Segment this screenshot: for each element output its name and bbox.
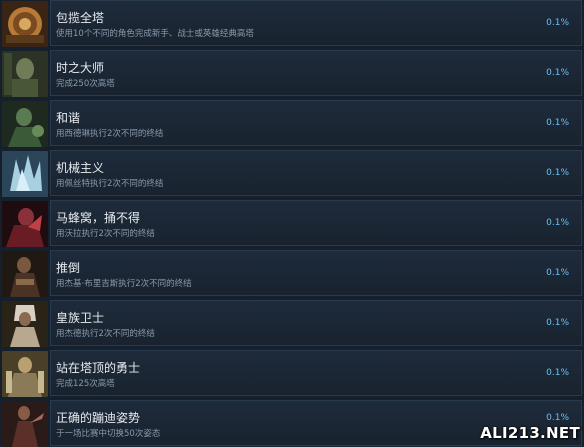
watermark-logo: ALI213.NET: [480, 424, 580, 442]
achievement-title: 包揽全塔: [56, 11, 105, 25]
achievement-row[interactable]: 站在塔顶的勇士 完成125次高塔 0.1%: [0, 350, 584, 397]
achievement-percent: 0.1%: [546, 118, 569, 128]
hornet-nest-portrait-icon: [2, 201, 48, 247]
achievement-title: 皇族卫士: [56, 311, 105, 325]
achievement-description: 完成250次高塔: [56, 79, 115, 89]
achievement-percent: 0.1%: [546, 318, 569, 328]
achievement-percent: 0.1%: [546, 168, 569, 178]
achievement-row[interactable]: 机械主义 用佩丝特执行2次不同的终结 0.1%: [0, 150, 584, 197]
achievement-description: 用沃拉执行2次不同的终结: [56, 229, 155, 239]
achievement-description: 完成125次高塔: [56, 379, 115, 389]
achievement-panel: 和谐 用西德琳执行2次不同的终结 0.1%: [50, 100, 582, 146]
achievement-panel: 机械主义 用佩丝特执行2次不同的终结 0.1%: [50, 150, 582, 196]
achievement-description: 于一场比赛中切换50次姿态: [56, 429, 161, 439]
achievement-percent: 0.1%: [546, 368, 569, 378]
achievement-description: 用杰德执行2次不同的终结: [56, 329, 155, 339]
achievement-percent: 0.1%: [546, 413, 569, 423]
achievement-percent: 0.1%: [546, 68, 569, 78]
harmony-portrait-icon: [2, 101, 48, 147]
tower-warrior-portrait-icon: [2, 351, 48, 397]
achievement-description: 用西德琳执行2次不同的终结: [56, 129, 164, 139]
achievement-panel: 推倒 用杰基·布里吉斯执行2次不同的终结 0.1%: [50, 250, 582, 296]
achievement-row[interactable]: 马蜂窝，捅不得 用沃拉执行2次不同的终结 0.1%: [0, 200, 584, 247]
achievement-row[interactable]: 推倒 用杰基·布里吉斯执行2次不同的终结 0.1%: [0, 250, 584, 297]
achievement-title: 站在塔顶的勇士: [56, 361, 141, 375]
time-master-portrait-icon: [2, 51, 48, 97]
achievement-panel: 马蜂窝，捅不得 用沃拉执行2次不同的终结 0.1%: [50, 200, 582, 246]
achievement-panel: 时之大师 完成250次高塔 0.1%: [50, 50, 582, 96]
royal-guard-portrait-icon: [2, 301, 48, 347]
achievement-panel: 站在塔顶的勇士 完成125次高塔 0.1%: [50, 350, 582, 396]
achievement-title: 和谐: [56, 111, 81, 125]
achievement-panel: 包揽全塔 使用10个不同的角色完成新手、战士或英雄经典高塔 0.1%: [50, 0, 582, 46]
achievement-title: 机械主义: [56, 161, 105, 175]
mechanism-portrait-icon: [2, 151, 48, 197]
achievement-row[interactable]: 和谐 用西德琳执行2次不同的终结 0.1%: [0, 100, 584, 147]
achievement-title: 马蜂窝，捅不得: [56, 211, 141, 225]
achievement-row[interactable]: 时之大师 完成250次高塔 0.1%: [0, 50, 584, 97]
achievement-percent: 0.1%: [546, 218, 569, 228]
achievement-title: 正确的蹦迪姿势: [56, 411, 141, 425]
dance-stance-portrait-icon: [2, 401, 48, 447]
achievement-description: 用杰基·布里吉斯执行2次不同的终结: [56, 279, 192, 289]
achievement-percent: 0.1%: [546, 18, 569, 28]
achievement-title: 推倒: [56, 261, 81, 275]
achievement-list: 包揽全塔 使用10个不同的角色完成新手、战士或英雄经典高塔 0.1% 时之大师 …: [0, 0, 584, 447]
knockdown-portrait-icon: [2, 251, 48, 297]
tower-medallion-icon: [2, 1, 48, 47]
achievement-description: 使用10个不同的角色完成新手、战士或英雄经典高塔: [56, 29, 254, 39]
achievement-row[interactable]: 包揽全塔 使用10个不同的角色完成新手、战士或英雄经典高塔 0.1%: [0, 0, 584, 47]
achievement-panel: 皇族卫士 用杰德执行2次不同的终结 0.1%: [50, 300, 582, 346]
achievement-percent: 0.1%: [546, 268, 569, 278]
achievement-row[interactable]: 皇族卫士 用杰德执行2次不同的终结 0.1%: [0, 300, 584, 347]
achievement-title: 时之大师: [56, 61, 105, 75]
achievement-description: 用佩丝特执行2次不同的终结: [56, 179, 164, 189]
